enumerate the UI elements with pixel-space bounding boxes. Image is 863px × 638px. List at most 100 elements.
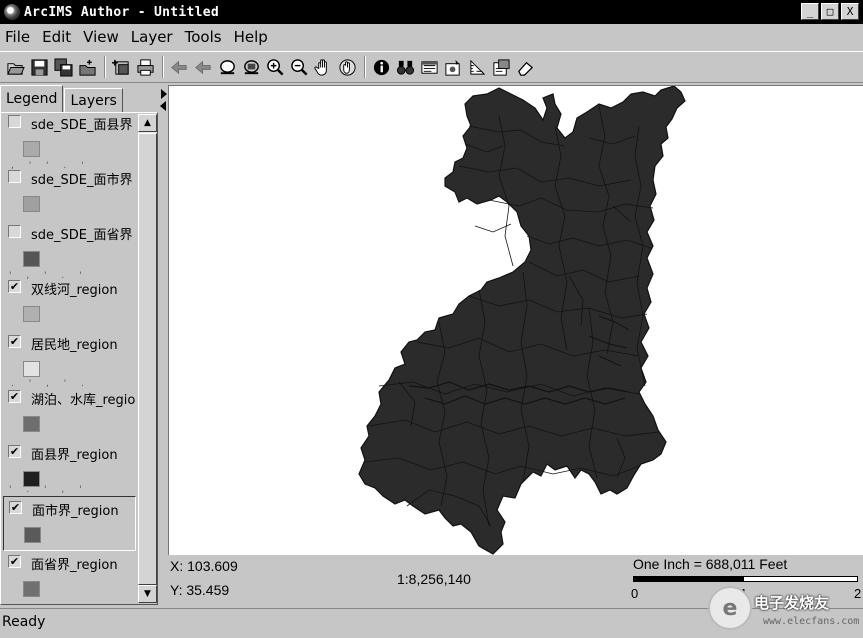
scroll-up-arrow[interactable]: ▲ bbox=[138, 114, 157, 132]
zoom-out-icon[interactable] bbox=[288, 56, 311, 79]
collapse-left-icon[interactable] bbox=[160, 101, 166, 111]
legend-item: ✔ 双线河_region bbox=[1, 276, 138, 331]
scroll-down-arrow[interactable]: ▼ bbox=[138, 585, 157, 603]
layer-visibility-checkbox[interactable]: ✔ bbox=[8, 335, 21, 348]
collapse-right-icon[interactable] bbox=[161, 89, 167, 99]
pan-globe-icon[interactable] bbox=[336, 56, 359, 79]
x-coordinate: X: 103.609 bbox=[170, 558, 238, 574]
layer-visibility-checkbox[interactable]: ✔ bbox=[8, 390, 21, 403]
legend-item-label: 面县界_region bbox=[31, 448, 118, 463]
print-icon[interactable] bbox=[134, 56, 157, 79]
new-folder-icon[interactable] bbox=[76, 56, 99, 79]
legend-item: sde_SDE_面县界 bbox=[1, 113, 138, 166]
zoom-active-icon[interactable] bbox=[240, 56, 263, 79]
query-icon[interactable] bbox=[418, 56, 441, 79]
watermark-name: 电子发烧友 bbox=[754, 594, 830, 612]
toolbar-separator bbox=[364, 56, 366, 78]
scale-tick-0: 0 bbox=[631, 586, 639, 601]
legend-swatch bbox=[23, 141, 40, 157]
window-controls: _ □ X bbox=[801, 3, 859, 20]
zoom-full-icon[interactable] bbox=[216, 56, 239, 79]
legend-item-label: 面市界_region bbox=[32, 504, 119, 519]
layer-visibility-checkbox[interactable]: ✔ bbox=[8, 555, 21, 568]
legend-item-label: 面省界_region bbox=[31, 558, 118, 573]
scale-bar-white-segment bbox=[743, 576, 858, 582]
measure-icon[interactable] bbox=[466, 56, 489, 79]
pan-icon[interactable] bbox=[312, 56, 335, 79]
close-button[interactable]: X bbox=[841, 3, 859, 20]
window-title: ArcIMS Author - Untitled bbox=[24, 4, 220, 20]
maximize-button[interactable]: □ bbox=[821, 3, 839, 20]
panel-splitter[interactable] bbox=[160, 85, 168, 605]
minimize-button[interactable]: _ bbox=[801, 3, 819, 20]
menu-help[interactable]: Help bbox=[228, 28, 274, 46]
zoom-in-icon[interactable] bbox=[264, 56, 287, 79]
find-icon[interactable] bbox=[394, 56, 417, 79]
legend-swatch bbox=[23, 361, 40, 377]
watermark-logo: e 电子发烧友 www.elecfans.com bbox=[708, 586, 863, 634]
legend-item: ✔ 居民地_region bbox=[1, 331, 138, 386]
legend-panel: sde_SDE_面县界 sde_SDE_面市界 sde_SDE_面省界 ✔ 双线… bbox=[0, 112, 158, 605]
open-folder-icon[interactable] bbox=[4, 56, 27, 79]
status-text: Ready bbox=[2, 614, 46, 630]
tab-layers[interactable]: Layers bbox=[64, 88, 123, 113]
buffer-icon[interactable] bbox=[442, 56, 465, 79]
legend-scrollbar[interactable]: ▲ ▼ bbox=[138, 114, 157, 603]
scale-text: One Inch = 688,011 Feet bbox=[633, 556, 788, 572]
dither-noise: , ' ' . ' bbox=[11, 161, 90, 171]
title-bar: ArcIMS Author - Untitled _ □ X bbox=[0, 0, 863, 24]
menu-bar: File Edit View Layer Tools Help bbox=[0, 24, 863, 50]
y-coordinate: Y: 35.459 bbox=[170, 582, 230, 598]
properties-icon[interactable] bbox=[490, 56, 513, 79]
scroll-thumb[interactable] bbox=[138, 133, 157, 585]
globe-icon bbox=[4, 4, 20, 20]
toolbar-separator bbox=[104, 56, 106, 78]
legend-swatch bbox=[23, 251, 40, 267]
legend-list: sde_SDE_面县界 sde_SDE_面市界 sde_SDE_面省界 ✔ 双线… bbox=[1, 113, 138, 603]
dither-noise: ' , ' . ' bbox=[9, 271, 88, 281]
left-panel: Legend Layers sde_SDE_面县界 sde_SDE_面市界 sd… bbox=[0, 85, 160, 605]
legend-item: ✔ 面省界_region bbox=[1, 551, 138, 603]
save-icon[interactable] bbox=[28, 56, 51, 79]
legend-item-label: 居民地_region bbox=[31, 338, 118, 353]
legend-item: sde_SDE_面省界 bbox=[1, 221, 138, 276]
map-canvas[interactable] bbox=[169, 85, 863, 556]
toolbar bbox=[0, 51, 863, 83]
legend-item: sde_SDE_面市界 bbox=[1, 166, 138, 221]
legend-swatch bbox=[23, 306, 40, 322]
layer-visibility-checkbox[interactable]: ✔ bbox=[9, 501, 22, 514]
save-all-icon[interactable] bbox=[52, 56, 75, 79]
add-layer-icon[interactable] bbox=[110, 56, 133, 79]
map-view[interactable] bbox=[168, 85, 863, 555]
layer-visibility-checkbox[interactable] bbox=[8, 225, 21, 238]
watermark-circle-icon: e bbox=[708, 586, 752, 630]
menu-layer[interactable]: Layer bbox=[125, 28, 179, 46]
menu-edit[interactable]: Edit bbox=[36, 28, 77, 46]
menu-tools[interactable]: Tools bbox=[179, 28, 228, 46]
back-extent-icon[interactable] bbox=[168, 56, 191, 79]
scale-ratio: 1:8,256,140 bbox=[397, 571, 471, 587]
legend-item: ✔ 湖泊、水库_regio bbox=[1, 386, 138, 441]
tab-legend[interactable]: Legend bbox=[0, 85, 64, 113]
province-polygon[interactable] bbox=[358, 85, 686, 555]
menu-view[interactable]: View bbox=[77, 28, 125, 46]
legend-swatch bbox=[23, 416, 40, 432]
legend-swatch bbox=[23, 196, 40, 212]
menu-file[interactable]: File bbox=[0, 28, 36, 46]
forward-extent-icon[interactable] bbox=[192, 56, 215, 79]
legend-item-label: 双线河_region bbox=[31, 283, 118, 298]
identify-icon[interactable] bbox=[370, 56, 393, 79]
legend-swatch bbox=[24, 527, 41, 543]
toolbar-separator bbox=[162, 56, 164, 78]
layer-visibility-checkbox[interactable]: ✔ bbox=[8, 280, 21, 293]
layer-visibility-checkbox[interactable]: ✔ bbox=[8, 445, 21, 458]
scale-bar-black-segment bbox=[633, 576, 743, 582]
legend-item-selected[interactable]: ✔ 面市界_region bbox=[3, 496, 136, 551]
dither-noise: ' . ' , ' bbox=[9, 485, 88, 495]
eraser-icon[interactable] bbox=[514, 56, 537, 79]
legend-swatch bbox=[23, 581, 40, 597]
layer-visibility-checkbox[interactable] bbox=[8, 170, 21, 183]
layer-visibility-checkbox[interactable] bbox=[8, 115, 21, 128]
panel-tabs: Legend Layers bbox=[0, 85, 124, 113]
legend-item-label: sde_SDE_面市界 bbox=[31, 173, 133, 188]
